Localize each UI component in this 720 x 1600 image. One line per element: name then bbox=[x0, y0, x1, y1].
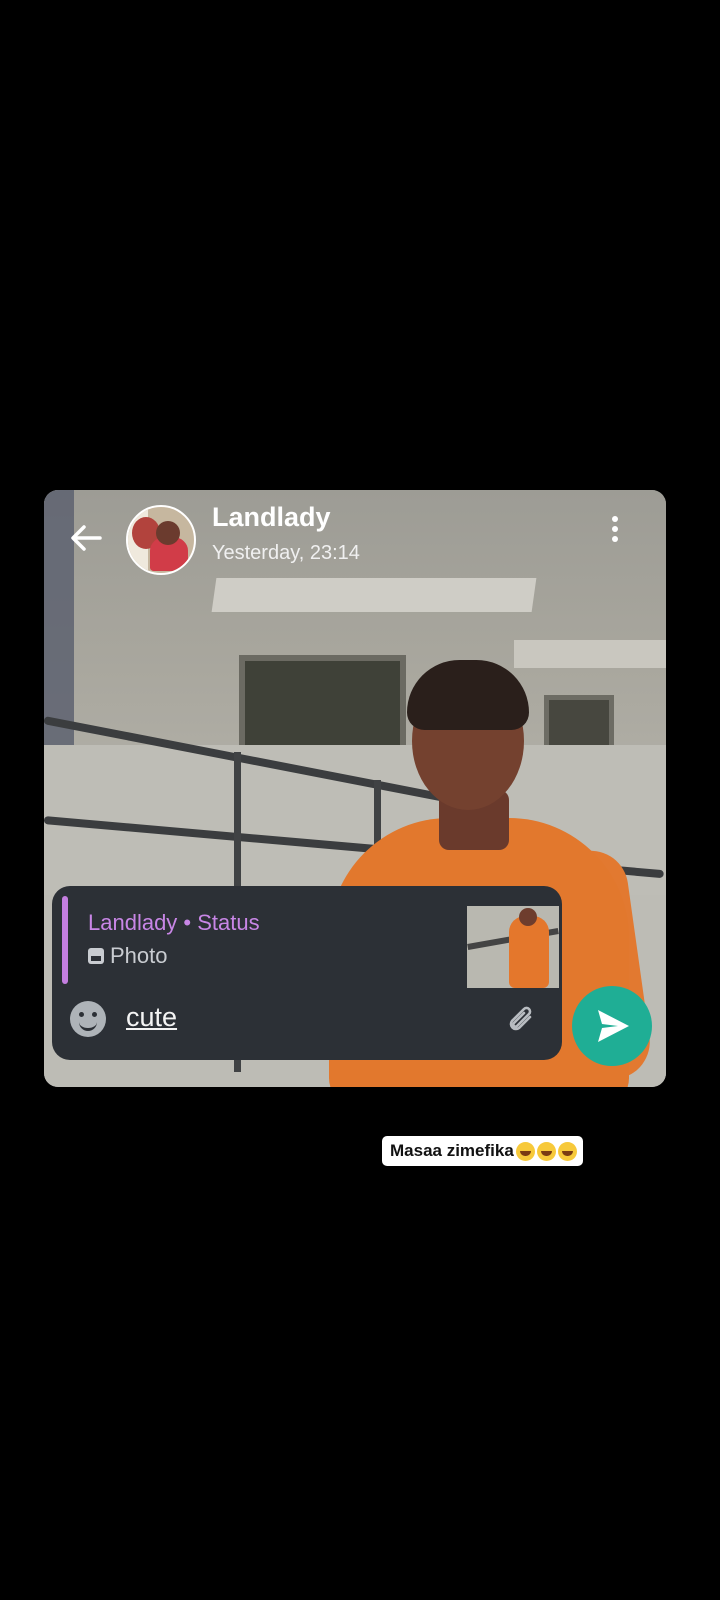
quoted-type: Photo bbox=[88, 943, 168, 969]
quoted-status[interactable]: Landlady • Status Photo bbox=[62, 896, 559, 988]
contact-name[interactable]: Landlady bbox=[212, 502, 331, 533]
message-composer: Landlady • Status Photo cute bbox=[52, 886, 562, 1060]
quoted-type-label: Photo bbox=[110, 943, 168, 968]
caption-text: Masaa zimefika bbox=[390, 1141, 514, 1160]
message-input[interactable]: cute bbox=[126, 1002, 177, 1033]
last-seen-time: Yesterday, 23:14 bbox=[212, 542, 360, 564]
emoji-icon[interactable] bbox=[70, 1001, 106, 1037]
quote-accent-bar bbox=[62, 896, 68, 984]
laughing-emoji-icon bbox=[515, 1141, 535, 1161]
more-vertical-icon[interactable] bbox=[604, 512, 626, 552]
quoted-thumbnail bbox=[467, 906, 559, 988]
arrow-left-icon[interactable] bbox=[66, 518, 106, 558]
quoted-title: Landlady • Status bbox=[88, 910, 260, 935]
send-icon bbox=[598, 1010, 629, 1042]
laughing-emoji-icon bbox=[536, 1141, 556, 1161]
photo-ledge bbox=[514, 640, 666, 668]
caption-sticker: Masaa zimefika bbox=[382, 1136, 583, 1166]
chat-screenshot: Landlady Yesterday, 23:14 Landlady • Sta… bbox=[44, 490, 666, 1087]
photo-icon bbox=[88, 948, 104, 964]
avatar[interactable] bbox=[126, 505, 196, 575]
paperclip-icon[interactable] bbox=[502, 1000, 542, 1040]
send-button[interactable] bbox=[572, 986, 652, 1066]
photo-ledge bbox=[211, 578, 537, 612]
laughing-emoji-icon bbox=[557, 1141, 577, 1161]
